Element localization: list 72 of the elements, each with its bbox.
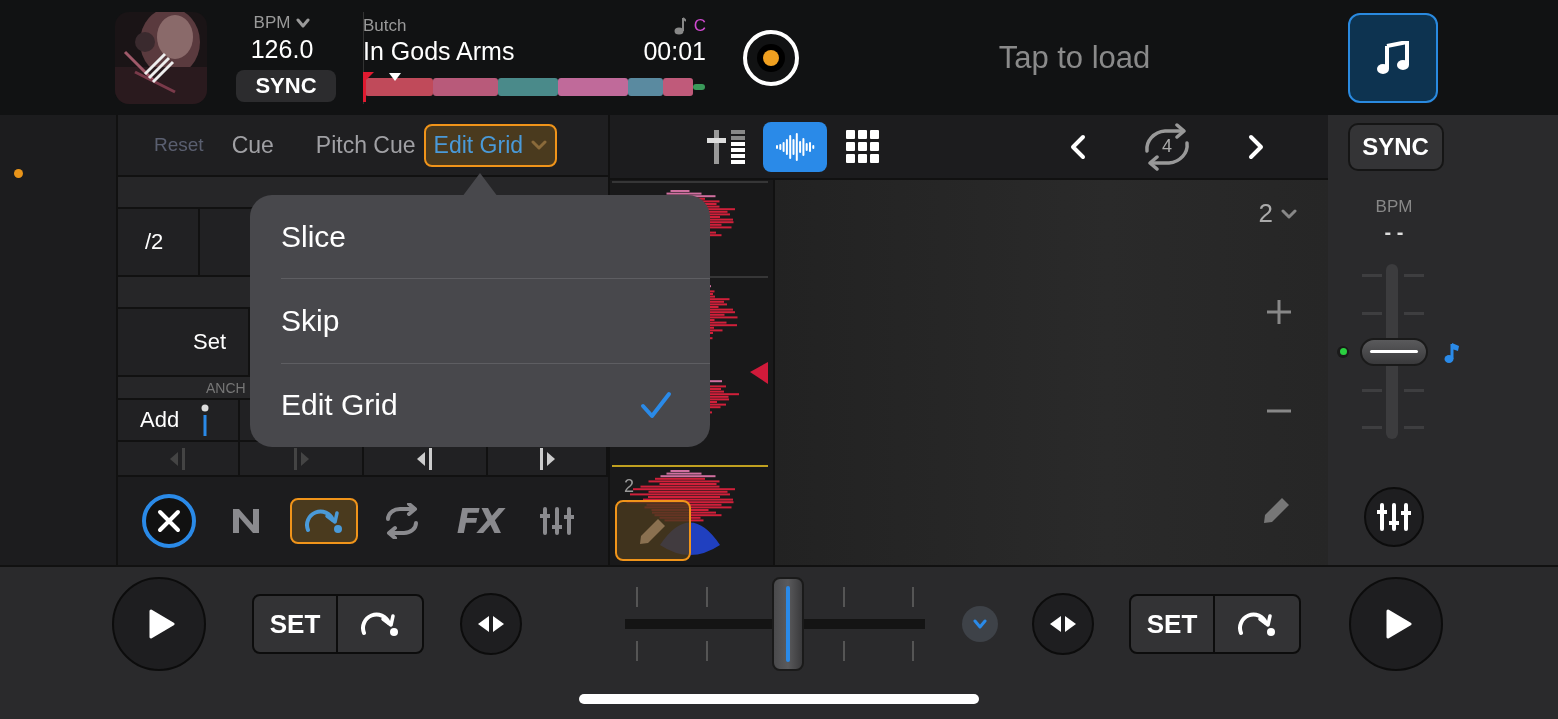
logo-icon <box>232 508 261 534</box>
sliders-icon <box>1377 502 1411 532</box>
menu-item[interactable]: Slice <box>250 195 710 279</box>
tab[interactable]: Pitch Cue <box>307 123 424 167</box>
waveform-icon <box>775 131 815 162</box>
minus-icon <box>1266 409 1292 413</box>
pencil-icon <box>1262 495 1292 525</box>
zoom-in-button[interactable] <box>1266 299 1292 325</box>
play-icon <box>149 609 175 639</box>
bpm-value: - - <box>1384 221 1404 244</box>
add-button[interactable]: Add <box>140 407 180 433</box>
step-left-icon[interactable] <box>415 447 435 470</box>
zoom-out-button[interactable] <box>1266 409 1292 413</box>
music-library-button[interactable] <box>1348 12 1438 103</box>
set-button[interactable]: Set <box>193 329 227 355</box>
mixer-channels-icon <box>707 129 747 164</box>
marker-icon <box>201 404 210 436</box>
edit-button[interactable] <box>615 500 691 561</box>
indicator-dot <box>14 169 23 178</box>
sliders-icon <box>540 506 575 536</box>
music-note-icon <box>673 16 686 35</box>
nudge-arrows-icon <box>476 615 506 633</box>
music-note-icon <box>1444 341 1460 364</box>
grid-icon <box>846 129 880 164</box>
mixer-button[interactable] <box>1364 487 1424 547</box>
loop-button[interactable]: 4 <box>1139 122 1195 171</box>
halve-button[interactable]: /2 <box>145 229 164 255</box>
next-button[interactable] <box>1247 133 1265 160</box>
tab[interactable]: Edit Grid <box>423 123 558 167</box>
sync-button[interactable]: SYNC <box>1347 123 1444 171</box>
chevron-down-icon <box>296 18 311 28</box>
menu-item[interactable]: Skip <box>250 279 710 363</box>
chevron-right-icon <box>1247 133 1265 160</box>
close-icon <box>140 493 197 549</box>
step-right-icon[interactable] <box>537 447 557 470</box>
zoom-dropdown[interactable]: 2 <box>1258 198 1297 229</box>
chevron-down-icon <box>531 140 548 150</box>
load-prompt[interactable]: Tap to load <box>801 39 1348 76</box>
play-icon <box>1386 609 1412 639</box>
chevron-left-icon <box>1069 133 1087 160</box>
status-light <box>1337 345 1349 358</box>
artist-name: Butch <box>363 15 407 36</box>
edit-button[interactable] <box>1262 495 1292 525</box>
key-label: C <box>693 15 706 36</box>
track-title: In Gods Arms <box>363 36 515 66</box>
nudge-arrows-icon <box>1048 615 1078 633</box>
disc-icon[interactable] <box>741 27 801 88</box>
bpm-value: 126.0 <box>250 35 314 64</box>
bpm-label: BPM <box>253 13 291 33</box>
curved-arrow-icon <box>1238 611 1276 637</box>
bpm-label: BPM <box>1375 197 1413 217</box>
fx-button[interactable]: FX <box>445 498 514 544</box>
tool-button[interactable] <box>290 498 359 544</box>
chevron-down-icon <box>973 619 987 629</box>
previous-button[interactable] <box>1069 133 1087 160</box>
sync-button[interactable]: SYNC <box>236 70 336 102</box>
section-label: ANCH <box>206 379 246 396</box>
menu-item[interactable]: Edit Grid <box>250 363 710 447</box>
chevron-down-icon <box>1281 208 1297 219</box>
waveform-overview[interactable] <box>363 71 705 102</box>
checkmark-icon <box>640 391 672 420</box>
music-note-icon <box>1376 40 1410 75</box>
plus-icon <box>1266 299 1292 325</box>
tab[interactable]: Cue <box>223 123 282 167</box>
view-mode-button[interactable] <box>763 121 827 172</box>
curved-arrow-icon <box>361 611 399 637</box>
bar-number: 2 <box>624 476 634 497</box>
elapsed-time: 00:01 <box>643 36 706 66</box>
slider-thumb[interactable] <box>1360 337 1428 366</box>
curved-arrow-icon <box>305 508 344 534</box>
crossfader-thumb[interactable] <box>772 577 804 671</box>
expand-button[interactable] <box>962 606 998 642</box>
